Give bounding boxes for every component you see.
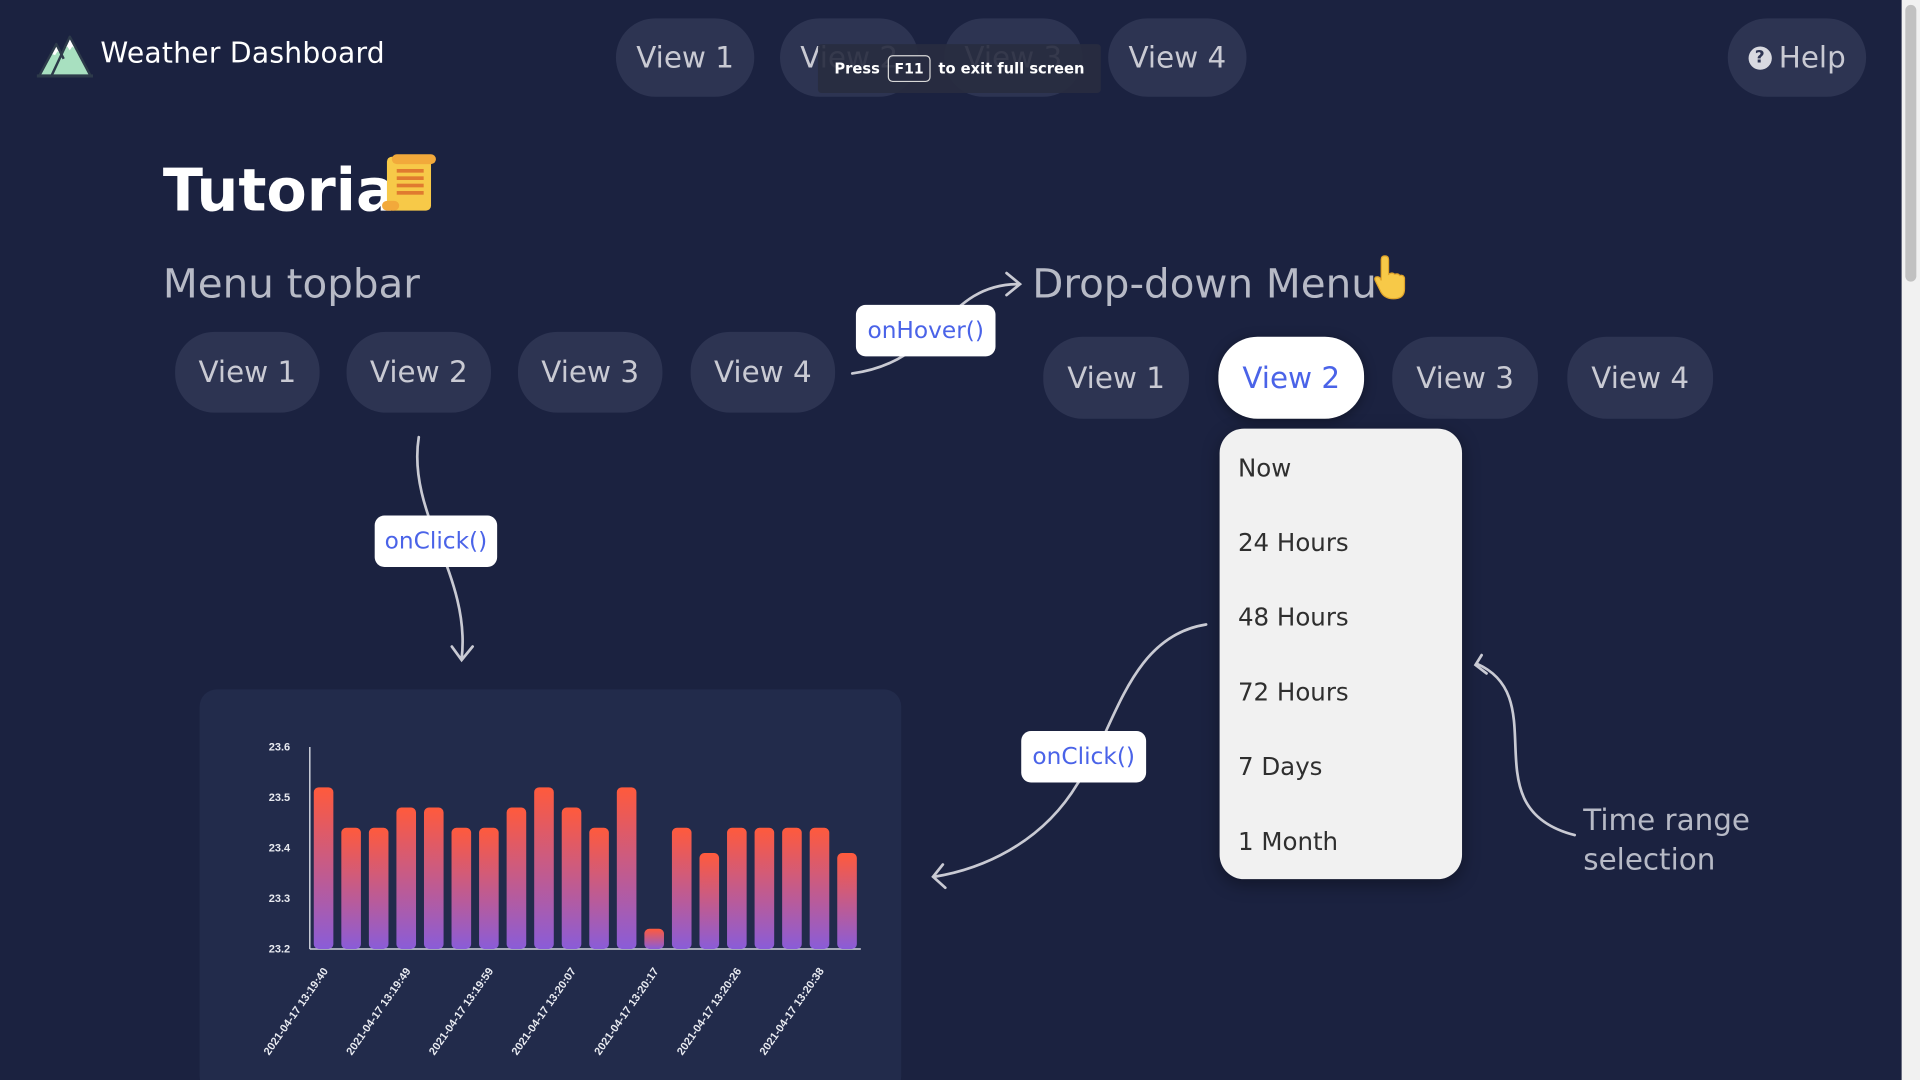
bar <box>589 827 609 949</box>
bar <box>561 807 582 949</box>
bar <box>699 853 720 949</box>
x-tick-label: 2021-04-17 13:19:40 <box>262 966 331 1058</box>
y-tick-label: 23.3 <box>269 893 290 905</box>
bar <box>396 807 417 949</box>
bar <box>754 827 775 949</box>
x-tick-label: 2021-04-17 13:19:59 <box>427 966 496 1058</box>
bar <box>423 807 444 949</box>
x-tick-label: 2021-04-17 13:19:49 <box>344 966 413 1058</box>
x-tick-label: 2021-04-17 13:20:38 <box>758 966 827 1058</box>
bar <box>644 928 664 949</box>
bar <box>341 827 361 949</box>
temperature-bar-chart: 23.223.323.423.523.62021-04-17 13:19:40 2… <box>262 742 861 1058</box>
x-tick-label: 2021-04-17 13:20:17 <box>592 966 661 1058</box>
bar <box>368 827 389 949</box>
bar <box>313 787 334 949</box>
bar <box>809 827 830 949</box>
x-tick-label: 2021-04-17 13:20:07 <box>510 966 579 1058</box>
bar <box>616 787 637 949</box>
page-scrollbar[interactable] <box>1901 0 1920 1080</box>
y-tick-label: 23.5 <box>269 792 290 804</box>
dropdown-click-annotation: onClick() <box>1021 731 1147 783</box>
bar <box>534 787 554 949</box>
scrollbar-thumb[interactable] <box>1905 4 1917 282</box>
y-tick-label: 23.6 <box>269 742 290 754</box>
x-tick-label: 2021-04-17 13:20:26 <box>675 966 744 1058</box>
hover-annotation: onHover() <box>855 304 996 357</box>
bar <box>782 827 802 949</box>
bar <box>671 827 692 949</box>
bar <box>837 853 857 949</box>
time-range-arrow <box>1475 662 1577 837</box>
topbar-click-annotation: onClick() <box>374 515 498 567</box>
bar <box>506 807 527 949</box>
bar <box>727 827 747 949</box>
bar <box>479 827 499 949</box>
y-tick-label: 23.2 <box>269 944 290 956</box>
bar <box>451 827 472 949</box>
y-tick-label: 23.4 <box>269 843 291 855</box>
temperature-chart: 23.2 23.3 23.4 23.5 23.6 2021-04-17 13:19:40 2… <box>199 689 902 1080</box>
